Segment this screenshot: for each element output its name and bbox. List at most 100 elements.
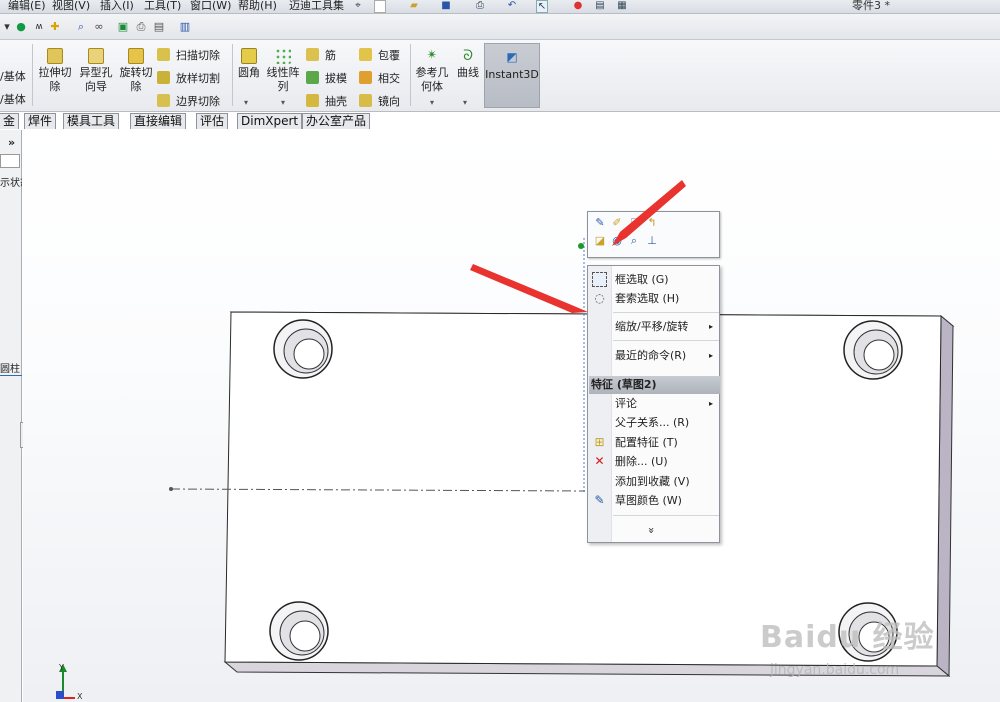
menu-item-zoom-pan-rotate[interactable]: 缩放/平移/旋转 ▸ — [588, 317, 719, 336]
hole-top-left[interactable] — [273, 319, 333, 379]
rib-icon — [306, 48, 319, 61]
rollback-icon[interactable]: ↰ — [645, 216, 659, 230]
reference-geometry-button[interactable]: ✴ 参考几何体 — [414, 46, 450, 94]
boundary-cut-button[interactable]: 边界切除 — [157, 93, 220, 109]
tab-evaluate[interactable]: 评估 — [196, 113, 229, 129]
rib-label: 筋 — [325, 49, 336, 62]
draft-button[interactable]: 拔模 — [306, 70, 347, 86]
intersect-button[interactable]: 相交 — [359, 70, 400, 86]
select-other-icon[interactable]: ◪ — [593, 234, 607, 248]
hide-icon[interactable]: ◉ — [610, 234, 624, 248]
suppress-icon[interactable]: ⍌ — [627, 216, 641, 230]
menu-help[interactable]: 帮助(H) — [238, 0, 277, 13]
menu-item-recent-commands[interactable]: 最近的命令(R) ▸ — [588, 346, 719, 365]
menu-view[interactable]: 视图(V) — [52, 0, 90, 13]
open-folder-icon[interactable]: ▰ — [408, 0, 420, 13]
tree-item-cylinder[interactable]: 圆柱 — [0, 360, 22, 375]
menu-tools[interactable]: 工具(T) — [144, 0, 181, 13]
macro-icon[interactable]: ▥ — [178, 20, 192, 34]
menu-item-box-select[interactable]: 框选取 (G) — [588, 270, 719, 289]
linear-pattern-dropdown-icon[interactable]: ▾ — [281, 98, 285, 107]
linear-pattern-label: 线性阵列 — [266, 66, 300, 93]
hole-wizard-button[interactable]: 异型孔向导 — [77, 46, 115, 94]
export-icon[interactable]: ▤ — [152, 20, 166, 34]
new-document-icon[interactable] — [374, 0, 386, 13]
shell-label: 抽壳 — [325, 95, 347, 108]
curves-dropdown-icon[interactable]: ▾ — [463, 98, 467, 107]
location-pin-icon[interactable]: ● — [14, 20, 28, 34]
zoom-to-selection-icon[interactable]: ⌕ — [627, 234, 641, 248]
tab-mold-tools[interactable]: 模具工具 — [63, 113, 120, 129]
menu-maidi-tools[interactable]: 迈迪工具集 — [289, 0, 344, 13]
print-icon[interactable]: ⎙ — [474, 0, 486, 13]
sheet-icon[interactable]: ▣ — [116, 20, 130, 34]
hole-top-right[interactable] — [843, 320, 903, 380]
menu-section-header: 特征 (草图2) — [589, 376, 720, 394]
reference-geometry-dropdown-icon[interactable]: ▾ — [430, 98, 434, 107]
cross-icon[interactable]: ✚ — [48, 20, 62, 34]
triangle-icon[interactable]: ▾ — [0, 20, 14, 34]
menu-edit[interactable]: 编辑(E) — [8, 0, 46, 13]
tab-sheet-metal[interactable]: 金 — [0, 113, 20, 129]
loft-cut-button[interactable]: 放样切割 — [157, 70, 220, 86]
menu-insert[interactable]: 插入(I) — [100, 0, 134, 13]
linear-pattern-button[interactable]: 线性阵列 — [264, 46, 302, 94]
hole-bottom-left[interactable] — [269, 601, 329, 661]
edit-sketch-icon[interactable]: ✐ — [610, 216, 624, 230]
menu-item-parent-child[interactable]: 父子关系... (R) — [588, 413, 719, 432]
curves-button[interactable]: ᘐ 曲线 — [455, 46, 481, 80]
fillet-button[interactable]: 圆角 — [236, 46, 262, 80]
fillet-icon — [241, 48, 257, 64]
expand-chevron-icon[interactable]: » — [8, 136, 15, 149]
sweep-cut-button[interactable]: 扫描切除 — [157, 47, 220, 63]
expand-more-icon: » — [644, 527, 658, 534]
menu-window[interactable]: 窗口(W) — [190, 0, 231, 13]
tab-office-products[interactable]: 办公室产品 — [302, 113, 371, 129]
revolve-cut-icon — [128, 48, 144, 64]
filter-input[interactable] — [0, 154, 20, 168]
tree-selection-line — [0, 375, 22, 376]
select-pointer-icon[interactable]: ↖ — [536, 0, 548, 13]
instant3d-button[interactable]: ◩ Instant3D — [484, 43, 540, 108]
menu-item-lasso-select[interactable]: ◌ 套索选取 (H) — [588, 289, 719, 308]
pin-icon[interactable]: ⌖ — [352, 0, 364, 13]
spring-icon[interactable]: ʍ — [32, 20, 46, 34]
options-icon[interactable]: ▦ — [616, 0, 628, 13]
menu-item-sketch-color[interactable]: ✎ 草图颜色 (W) — [588, 491, 719, 510]
ribbon-divider — [232, 44, 233, 106]
fillet-label: 圆角 — [238, 66, 260, 79]
menu-item-comment[interactable]: 评论 ▸ — [588, 394, 719, 413]
triad-x-label: X — [77, 692, 83, 701]
file-properties-icon[interactable]: ▤ — [594, 0, 606, 13]
save-icon[interactable]: ■ — [440, 0, 452, 13]
undo-icon[interactable]: ↶ — [506, 0, 518, 13]
wrap-label: 包覆 — [378, 49, 400, 62]
mirror-button[interactable]: 镜向 — [359, 93, 400, 109]
command-manager-tabs: 金 焊件 模具工具 直接编辑 评估 DimXpert 办公室产品 — [0, 112, 1000, 130]
rib-button[interactable]: 筋 — [306, 47, 336, 63]
revolve-cut-button[interactable]: 旋转切除 — [117, 46, 155, 94]
mirror-label: 镜向 — [378, 95, 400, 108]
fillet-dropdown-icon[interactable]: ▾ — [244, 98, 248, 107]
edit-feature-icon[interactable]: ✎ — [593, 216, 607, 230]
printer-icon[interactable]: ⎙ — [134, 20, 148, 34]
menu-item-expand-more[interactable]: » — [588, 521, 719, 540]
tab-weldments[interactable]: 焊件 — [24, 113, 57, 129]
menu-item-add-to-favorites[interactable]: 添加到收藏 (V) — [588, 472, 719, 491]
tab-dimxpert[interactable]: DimXpert — [237, 113, 303, 129]
baidu-watermark-logo: Baidu 经验 — [760, 620, 935, 655]
shell-button[interactable]: 抽壳 — [306, 93, 347, 109]
sketch-color-icon: ✎ — [594, 493, 605, 507]
zoom-search-icon[interactable]: ⌕ — [74, 20, 88, 34]
wrap-button[interactable]: 包覆 — [359, 47, 400, 63]
sweep-cut-label: 扫描切除 — [176, 49, 220, 62]
draft-icon — [306, 71, 319, 84]
tab-direct-editing[interactable]: 直接编辑 — [130, 113, 187, 129]
menu-item-delete[interactable]: ✕ 删除... (U) — [588, 452, 719, 471]
menu-item-configure-feature[interactable]: ⊞ 配置特征 (T) — [588, 433, 719, 452]
sketch-point[interactable] — [578, 243, 584, 249]
cut-extrude-button[interactable]: 拉伸切除 — [36, 46, 74, 94]
normal-to-icon[interactable]: ⊥ — [645, 234, 659, 248]
rebuild-icon[interactable]: ● — [572, 0, 584, 13]
binoculars-icon[interactable]: ∞ — [92, 20, 106, 34]
